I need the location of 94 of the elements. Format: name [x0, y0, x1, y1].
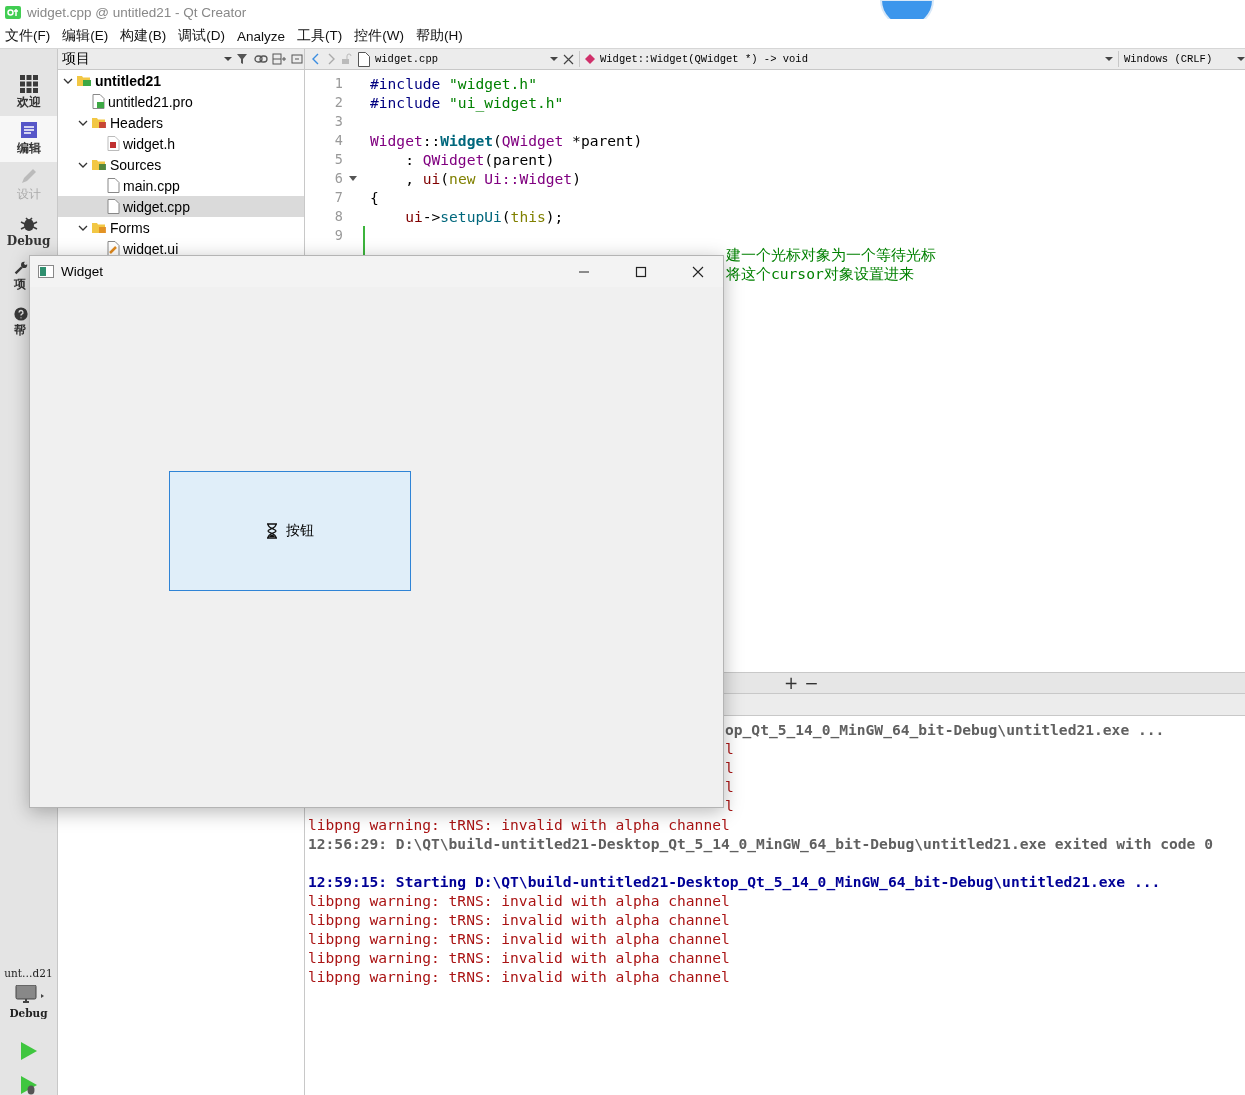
code-line: 将这个cursor对象设置进来 — [726, 264, 914, 283]
project-file-icon — [92, 94, 105, 109]
split-icon[interactable] — [272, 52, 286, 66]
debug-run-icon[interactable] — [19, 1075, 38, 1095]
window-title: Widget — [61, 264, 105, 279]
filter-icon[interactable] — [236, 52, 250, 66]
dropdown-arrow-icon[interactable] — [1237, 56, 1245, 62]
output-line: libpng warning: tRNS: invalid with alpha channel — [308, 892, 730, 909]
menu-item[interactable]: Analyze — [232, 28, 293, 44]
output-line: op_Qt_5_14_0_MinGW_64_bit-Debug\untitled21.exe ... — [725, 721, 1165, 738]
tree-item[interactable]: Forms — [58, 217, 304, 238]
mode-button[interactable]: 编辑 — [0, 116, 57, 162]
window-icon — [38, 265, 54, 278]
menu-item[interactable]: 控件(W) — [349, 27, 411, 45]
output-line: l — [725, 740, 734, 757]
hourglass-icon — [266, 523, 278, 539]
close-icon[interactable] — [563, 53, 574, 65]
dropdown-arrow-icon[interactable] — [550, 56, 558, 62]
mode-button[interactable]: Debug — [0, 208, 57, 254]
output-line: libpng warning: tRNS: invalid with alpha channel — [308, 816, 730, 833]
file-icon — [107, 199, 120, 214]
menu-item[interactable]: 调试(D) — [173, 27, 232, 45]
dropdown-arrow-icon[interactable] — [1105, 56, 1113, 62]
header-file-icon — [107, 136, 120, 151]
monitor-icon[interactable] — [13, 985, 44, 1005]
output-line: libpng warning: tRNS: invalid with alpha channel — [308, 968, 730, 985]
link-icon[interactable] — [254, 52, 268, 66]
fold-arrow-icon[interactable] — [349, 175, 357, 182]
close-icon[interactable] — [692, 265, 704, 278]
line-number: 8 — [333, 207, 343, 226]
tree-item[interactable]: main.cpp — [58, 175, 304, 196]
code-line: #include "widget.h" — [370, 74, 537, 93]
window-title: widget.cpp @ untitled21 - Qt Creator — [27, 4, 247, 20]
code-line: Widget::Widget(QWidget *parent) — [370, 131, 643, 150]
menu-item[interactable]: 工具(T) — [292, 27, 350, 45]
folder-icon — [92, 158, 107, 171]
line-number: 2 — [333, 93, 343, 112]
mode-button[interactable]: 帮 — [0, 300, 29, 346]
file-icon — [358, 51, 370, 67]
code-line: : QWidget(parent) — [404, 150, 555, 169]
output-line: 12:59:15: Starting D:\QT\build-untitled21-Desktop_Qt_5_14_0_MinGW_64_bit-Debug\untitled21.exe ... — [308, 873, 1161, 890]
code-line: { — [370, 188, 379, 207]
file-icon — [107, 178, 120, 193]
line-number: 5 — [333, 150, 343, 169]
menu-item[interactable]: 构建(B) — [115, 27, 174, 45]
line-number: 9 — [333, 226, 343, 245]
line-number: 4 — [333, 131, 343, 150]
output-line: libpng warning: tRNS: invalid with alpha channel — [308, 930, 730, 947]
document-icon — [19, 121, 38, 139]
line-number: 1 — [333, 74, 343, 93]
symbol-selector[interactable]: Widget::Widget(QWidget *) -> void — [600, 53, 1100, 65]
tree-item[interactable]: Sources — [58, 154, 304, 175]
code-line: 建一个光标对象为一个等待光标 — [726, 245, 936, 264]
menu-item[interactable]: 帮助(H) — [411, 27, 470, 45]
grid-icon — [19, 75, 38, 93]
tree-item[interactable]: Headers — [58, 112, 304, 133]
dropdown-arrow-icon[interactable] — [224, 56, 232, 62]
tree-item[interactable]: widget.h — [58, 133, 304, 154]
code-line: ui->setupUi(this); — [404, 207, 564, 226]
project-folder-icon — [77, 74, 92, 87]
kit-build-label[interactable]: Debug — [9, 1007, 48, 1019]
file-selector[interactable]: widget.cpp — [375, 53, 545, 65]
wrench-icon — [14, 261, 28, 275]
output-line: libpng warning: tRNS: invalid with alpha channel — [308, 949, 730, 966]
encoding-label[interactable]: Windows (CRLF) — [1124, 53, 1232, 65]
folder-icon — [92, 116, 107, 129]
app-logo-icon — [5, 5, 21, 19]
line-number: 6 — [333, 169, 343, 188]
tree-item[interactable]: widget.ui — [58, 238, 304, 259]
output-line: 12:56:29: D:\QT\build-untitled21-Desktop_Qt_5_14_0_MinGW_64_bit-Debug\untitled21.exe exited with code 0 — [308, 835, 1213, 852]
output-line: libpng warning: tRNS: invalid with alpha channel — [308, 911, 730, 928]
mode-button[interactable]: 项 — [0, 254, 29, 300]
tree-item[interactable]: widget.cpp — [58, 196, 304, 217]
tree-item[interactable]: untitled21.pro — [58, 91, 304, 112]
kit-project-label[interactable]: unt…d21 — [4, 967, 53, 979]
mode-button[interactable]: 欢迎 — [0, 70, 57, 116]
menu-item[interactable]: 编辑(E) — [57, 27, 116, 45]
line-number: 3 — [333, 112, 343, 131]
output-line: l — [725, 778, 734, 795]
tree-item[interactable]: untitled21 — [58, 70, 304, 91]
output-line: l — [725, 759, 734, 776]
line-number: 7 — [333, 188, 343, 207]
code-line: #include "ui_widget.h" — [370, 93, 564, 112]
maximize-icon[interactable] — [635, 265, 647, 278]
diamond-icon — [585, 54, 595, 64]
code-line: , ui(new Ui::Widget) — [404, 169, 581, 188]
output-line: l — [725, 797, 734, 814]
push-button[interactable]: 按钮 — [169, 471, 411, 591]
add-split-button[interactable]: + — [784, 673, 799, 693]
folder-icon — [92, 221, 107, 234]
pencil-icon — [19, 167, 38, 185]
menu-item[interactable]: 文件(F) — [0, 27, 58, 45]
bug-icon — [19, 214, 38, 233]
remove-split-button[interactable]: − — [804, 673, 819, 693]
